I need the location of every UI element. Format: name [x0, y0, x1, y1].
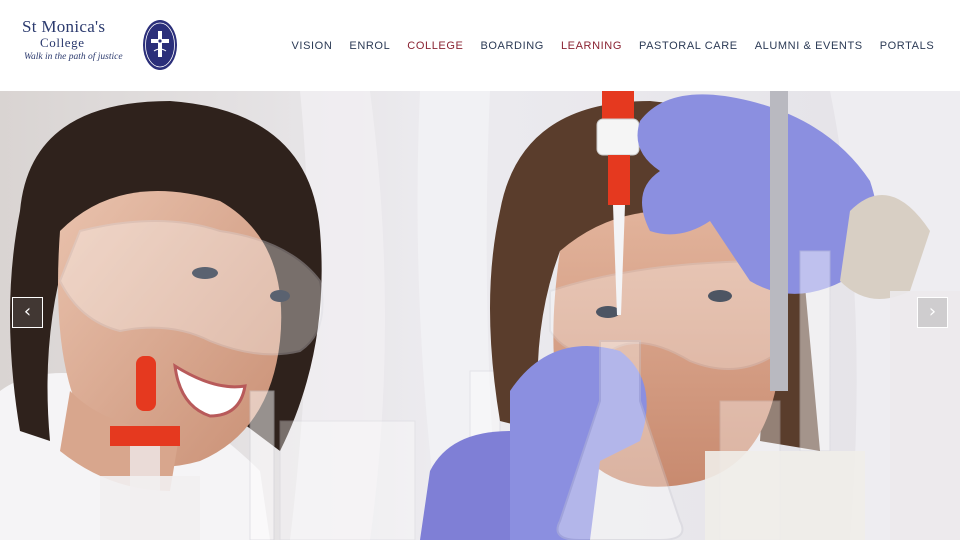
- college-logo[interactable]: St Monica's College Walk in the path of …: [22, 18, 182, 74]
- nav-vision[interactable]: VISION: [283, 38, 341, 54]
- crest-icon: [143, 20, 177, 70]
- logo-tagline: Walk in the path of justice: [24, 52, 123, 62]
- site-header: St Monica's College Walk in the path of …: [0, 0, 960, 91]
- main-nav: VISION ENROL COLLEGE BOARDING LEARNING P…: [283, 38, 943, 54]
- nav-pastoral-care[interactable]: PASTORAL CARE: [631, 38, 747, 54]
- carousel-prev-button[interactable]: ‹: [12, 297, 43, 328]
- carousel-next-button[interactable]: ›: [917, 297, 948, 328]
- nav-learning[interactable]: LEARNING: [552, 38, 630, 54]
- logo-sub: College: [40, 35, 85, 50]
- nav-boarding[interactable]: BOARDING: [472, 38, 552, 54]
- logo-wordmark: St Monica's College Walk in the path of …: [22, 18, 134, 64]
- nav-college[interactable]: COLLEGE: [399, 38, 472, 54]
- logo-name: St Monica's: [22, 17, 106, 36]
- hero-slide-image: [0, 91, 960, 540]
- nav-enrol[interactable]: ENROL: [341, 38, 399, 54]
- nav-portals[interactable]: PORTALS: [871, 38, 943, 54]
- nav-alumni-events[interactable]: ALUMNI & EVENTS: [746, 38, 871, 54]
- hero-carousel: ‹ ›: [0, 91, 960, 540]
